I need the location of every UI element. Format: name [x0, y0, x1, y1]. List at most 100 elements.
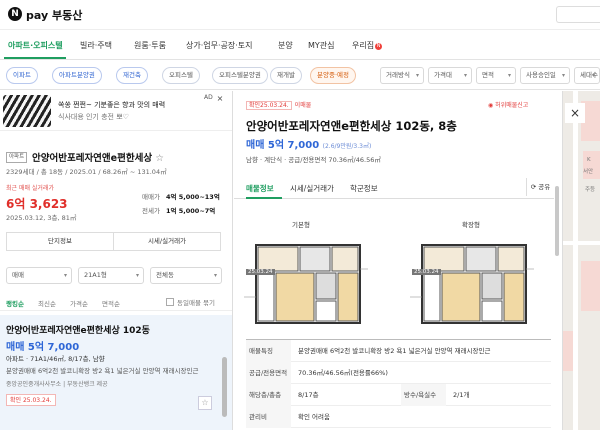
nav-tab-apartment[interactable]: 아파트·오피스텔 [8, 40, 63, 51]
listing-item[interactable]: 안양어반포레자연앤e편한세상 102동 매매 5억 7,000 아파트 · 71… [0, 315, 232, 430]
nav-tab-oneroom[interactable]: 원룸·투룸 [134, 40, 166, 51]
price-history-button[interactable]: 시세/실거래가 [113, 233, 220, 250]
floorplan-extended-date: 25.03.24 [412, 269, 441, 275]
group-listings-checkbox[interactable] [166, 298, 174, 306]
sale-range-label: 매매가 [142, 193, 160, 201]
floorplan-extended-label: 확장형 [462, 221, 480, 229]
detail-scrollbar[interactable] [555, 186, 559, 256]
map-block [581, 261, 600, 311]
map-block [563, 331, 573, 371]
map-view[interactable]: K 서안 주등 [562, 91, 600, 430]
group-listings-label: 동일매물 묶기 [177, 299, 215, 307]
sort-tab-latest[interactable]: 최신순 [38, 298, 56, 308]
info-row-maintenance: 관리비 확인 어려움 [246, 406, 551, 428]
info-label-floor: 해당층/총층 [246, 384, 291, 406]
filter-chip-reconstruction[interactable]: 재건축 [116, 67, 148, 84]
listing-building-select[interactable]: 전체동 [150, 267, 222, 284]
siren-icon: ◉ [488, 102, 494, 109]
detail-tabs: 매물정보 시세/실거래가 학군정보 ⟳ 공유 [234, 175, 554, 199]
listing-meta: 아파트 · 71A1/46㎡, 8/17층, 남향 [6, 355, 105, 363]
report-fake-listing-link[interactable]: ◉ 허위매물신고 [488, 100, 528, 109]
info-row-features: 매물특징 분양권매매 6억2천 발코니확장 방2 욕1 넓은거실 안양역 재래시… [246, 340, 551, 362]
sort-tab-area[interactable]: 면적순 [102, 298, 120, 308]
jeonse-range-value: 1억 5,000~7억 [166, 207, 216, 215]
complex-button-group: 단지정보 시세/실거래가 [6, 232, 221, 251]
floorplan-basic-label: 기본형 [292, 221, 310, 229]
ad-banner[interactable]: 쏙쏭 쩐쩐~ 기분좋은 향과 맛의 매력 식사대용 인기 충전 뽀♡ AD × [0, 91, 232, 131]
detail-tab-indicator [246, 197, 282, 199]
jeonse-range-label: 전세가 [142, 207, 160, 215]
map-label: 서안 [583, 169, 594, 175]
recent-deal-caption: 최근 매매 실거래가 [6, 185, 54, 192]
filter-bar: 이파트 아파트분양권 재건축 오피스텔 오피스텔분양권 재개발 분양중·예정 거… [0, 60, 600, 90]
report-label: 허위매물신고 [495, 102, 529, 109]
tab-listing-info[interactable]: 매물정보 [246, 183, 274, 194]
nav-tab-my-home[interactable]: 우리집 N [352, 40, 383, 51]
naver-logo-icon[interactable]: N [8, 7, 22, 21]
detail-price-per-area: (2.6/9만원/3.3㎡) [322, 143, 372, 150]
filter-area[interactable]: 면적 [476, 67, 516, 84]
filter-chip-officetel[interactable]: 오피스텔 [162, 67, 200, 84]
listing-favorite-star-icon[interactable]: ☆ [198, 396, 212, 410]
detail-confirm-source: 이매물 [294, 102, 312, 109]
filter-households[interactable]: 세대수 [574, 67, 600, 84]
share-button[interactable]: ⟳ 공유 [526, 178, 554, 196]
info-value-floor: 8/17층 [298, 391, 319, 399]
tab-school-info[interactable]: 학군정보 [350, 183, 378, 194]
tab-price-history[interactable]: 시세/실거래가 [290, 183, 334, 194]
nav-tab-presale[interactable]: 분양 [278, 40, 293, 51]
listing-agency: 중앙공인중개사사무소 | 부동산뱅크 제공 [6, 381, 108, 388]
ad-close-icon[interactable]: × [215, 94, 225, 104]
listing-detail-panel: 확인25.03.24. 이매물 ◉ 허위매물신고 안양어반포레자연앤e편한세상 1… [234, 91, 561, 430]
detail-price-value: 매매 5억 7,000 [246, 140, 320, 151]
info-value-features: 분양권매매 6억2천 발코니확장 방2 욕1 넓은거실 안양역 재래시장인근 [298, 347, 491, 355]
filter-price[interactable]: 가격대 [428, 67, 472, 84]
nav-tab-commercial[interactable]: 상가·업무·공장·토지 [186, 40, 253, 51]
detail-price: 매매 5억 7,000 (2.6/9만원/3.3㎡) [246, 136, 371, 151]
floorplan-basic-image[interactable]: 25.03.24 [244, 239, 368, 329]
info-value-maintenance: 확인 어려움 [298, 413, 330, 421]
favorite-star-icon[interactable]: ☆ [155, 153, 164, 164]
floorplan-extended-image[interactable]: 25.03.24 [410, 239, 534, 329]
info-row-floor: 해당층/총층 8/17층 방수/욕실수 2/1개 [246, 384, 551, 406]
listing-deal-select[interactable]: 매매 [6, 267, 72, 284]
nav-tab-my-home-label: 우리집 [352, 41, 375, 50]
nav-tab-my-interest[interactable]: MY관심 [308, 40, 335, 51]
filter-chip-apartment-presale[interactable]: 아파트분양권 [52, 67, 102, 84]
complex-name-text: 안양어반포레자연앤e편한세상 [32, 153, 153, 164]
filter-chip-officetel-presale[interactable]: 오피스텔분양권 [212, 67, 268, 84]
map-road [573, 91, 578, 430]
service-title[interactable]: pay 부동산 [26, 7, 82, 23]
listing-description: 분양권매매 6억2천 발코니확장 방2 욕1 넓은거실 안양역 재래시장인근 [6, 367, 199, 375]
complex-panel: 쏙쏭 쩐쩐~ 기분좋은 향과 맛의 매력 식사대용 인기 충전 뽀♡ AD × … [0, 91, 233, 430]
nav-tab-villa[interactable]: 빌라·주택 [80, 40, 112, 51]
listing-info-table: 매물특징 분양권매매 6억2천 발코니확장 방2 욕1 넓은거실 안양역 재래시… [246, 339, 551, 428]
complex-name: 안양어반포레자연앤e편한세상 ☆ [32, 150, 164, 164]
sale-range-value: 4억 5,000~13억 [166, 193, 220, 201]
map-road [563, 241, 600, 245]
list-scrollbar[interactable] [222, 357, 227, 417]
sort-tab-price[interactable]: 가격순 [70, 298, 88, 308]
listing-type-select[interactable]: 21A1형 [78, 267, 144, 284]
filter-approval-date[interactable]: 사용승인일 [520, 67, 570, 84]
close-detail-icon[interactable]: × [565, 103, 585, 123]
map-label: 주등 [585, 187, 596, 193]
info-label-features: 매물특징 [246, 340, 291, 362]
filter-chip-redevelopment[interactable]: 재개발 [270, 67, 302, 84]
info-value-rooms: 2/1개 [453, 391, 470, 399]
detail-meta: 남향 · 계단식 · 공급/전용면적 70.36㎡/46.56㎡ [246, 156, 381, 164]
group-listings-toggle[interactable]: 동일매물 묶기 [166, 297, 215, 307]
listing-title: 안양어반포레자연앤e편한세상 102동 [6, 326, 150, 336]
search-input[interactable] [556, 6, 600, 23]
floorplan-basic-drawing [244, 244, 368, 324]
sort-tabs: 랭킹순 최신순 가격순 면적순 동일매물 묶기 [0, 293, 232, 311]
category-nav: 아파트·오피스텔 빌라·주택 원룸·투룸 상가·업무·공장·토지 분양 MY관심… [0, 30, 600, 60]
complex-info-button[interactable]: 단지정보 [7, 233, 113, 250]
filter-chip-apartment[interactable]: 이파트 [6, 67, 38, 84]
filter-deal-type[interactable]: 거래방식 [380, 67, 424, 84]
sort-tab-ranking[interactable]: 랭킹순 [6, 298, 24, 308]
filter-chip-presale-upcoming[interactable]: 분양중·예정 [310, 67, 356, 84]
map-label: K [587, 157, 591, 163]
detail-confirm-tag: 확인25.03.24. [246, 101, 292, 110]
share-icon: ⟳ [530, 183, 537, 191]
